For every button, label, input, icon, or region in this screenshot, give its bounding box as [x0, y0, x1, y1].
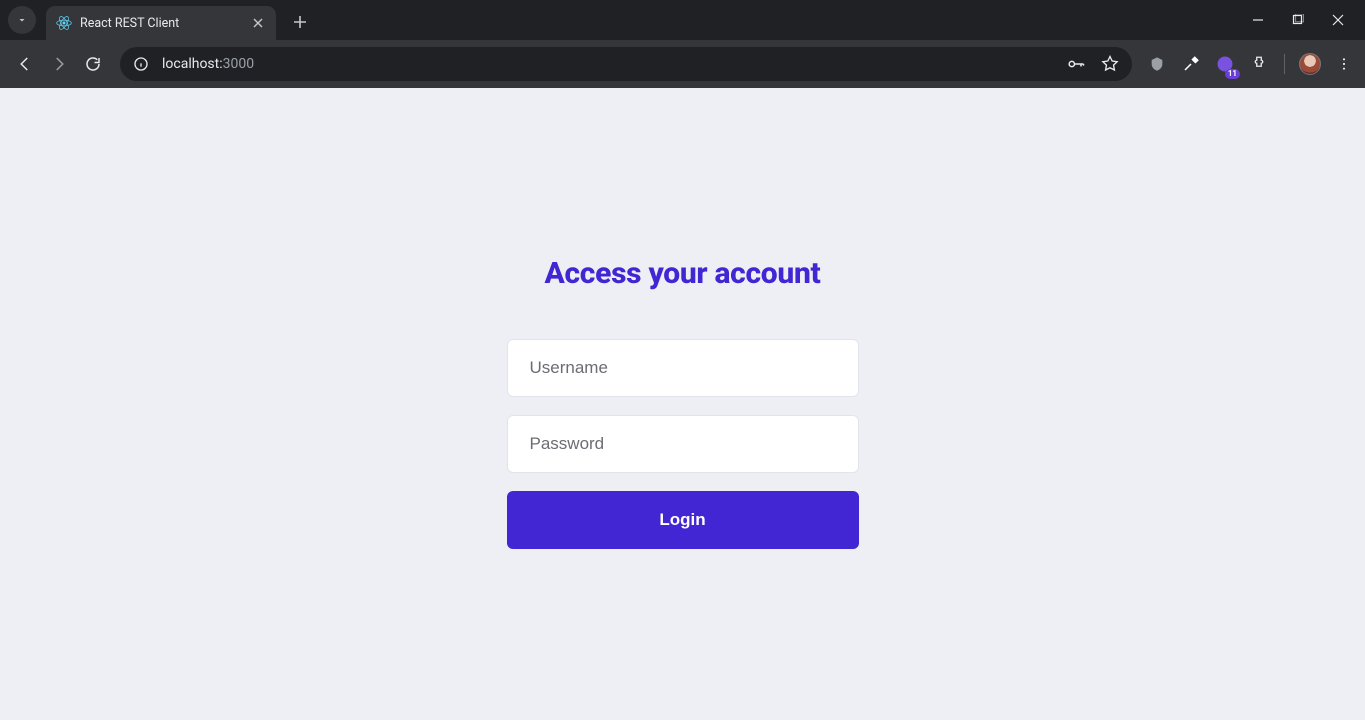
browser-menu-button[interactable]	[1331, 51, 1357, 77]
nav-forward-button[interactable]	[42, 47, 76, 81]
address-bar[interactable]: localhost:3000	[120, 47, 1132, 81]
tab-title: React REST Client	[80, 16, 250, 31]
new-tab-button[interactable]	[286, 8, 314, 36]
toolbar-separator	[1284, 54, 1285, 74]
extension-adblock-icon[interactable]	[1144, 51, 1170, 77]
react-icon	[56, 15, 72, 31]
window-minimize-button[interactable]	[1249, 11, 1267, 29]
url-host: localhost:	[162, 56, 223, 72]
password-input[interactable]	[507, 415, 859, 473]
browser-tab-active[interactable]: React REST Client	[46, 6, 276, 40]
toolbar-extensions: 11	[1140, 51, 1357, 77]
extension-badge-count: 11	[1225, 69, 1240, 79]
extension-eyedropper-icon[interactable]	[1178, 51, 1204, 77]
login-title: Access your account	[544, 256, 820, 291]
url-port: 3000	[223, 56, 254, 72]
site-info-icon[interactable]	[132, 55, 150, 73]
login-button[interactable]: Login	[507, 491, 859, 549]
window-titlebar: React REST Client	[0, 0, 1365, 40]
page-viewport: Access your account Login	[0, 88, 1365, 720]
nav-back-button[interactable]	[8, 47, 42, 81]
extension-badge-icon[interactable]: 11	[1212, 51, 1238, 77]
browser-toolbar: localhost:3000 11	[0, 40, 1365, 88]
avatar-icon	[1299, 53, 1321, 75]
username-input[interactable]	[507, 339, 859, 397]
extensions-puzzle-icon[interactable]	[1246, 51, 1272, 77]
bookmark-star-icon[interactable]	[1100, 54, 1120, 74]
tab-search-button[interactable]	[8, 6, 36, 34]
window-close-button[interactable]	[1329, 11, 1347, 29]
window-controls	[1249, 11, 1357, 29]
window-maximize-button[interactable]	[1289, 11, 1307, 29]
login-form: Access your account Login	[507, 256, 859, 549]
nav-reload-button[interactable]	[76, 47, 110, 81]
url-text: localhost:3000	[162, 56, 1052, 72]
profile-avatar[interactable]	[1297, 51, 1323, 77]
tab-close-button[interactable]	[250, 15, 266, 31]
password-key-icon[interactable]	[1066, 54, 1086, 74]
